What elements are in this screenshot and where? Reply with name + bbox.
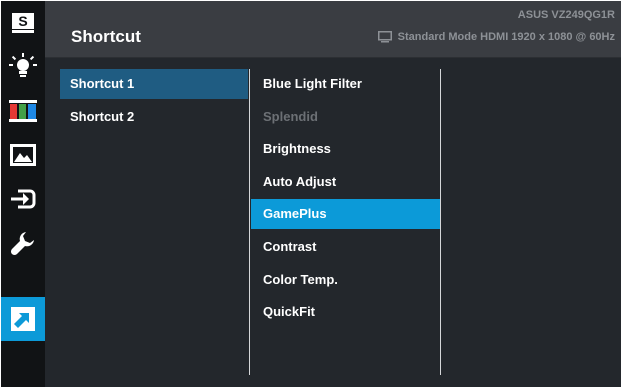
option-quickfit[interactable]: QuickFit (251, 297, 440, 327)
option-gameplus[interactable]: GamePlus (251, 199, 440, 230)
model-name: ASUS VZ249QG1R (517, 9, 615, 21)
option-color-temp[interactable]: Color Temp. (251, 265, 440, 295)
wrench-icon (10, 232, 34, 256)
input-select-icon (11, 189, 36, 209)
page-title: Shortcut (71, 27, 141, 46)
divider-right (440, 69, 441, 375)
option-brightness[interactable]: Brightness (251, 134, 440, 164)
function-list: Blue Light Filter Splendid Brightness Au… (251, 69, 440, 330)
shortcut-item-2[interactable]: Shortcut 2 (60, 102, 248, 132)
rail-item-shortcut[interactable] (1, 297, 45, 341)
shortcut-list: Shortcut 1 Shortcut 2 (60, 69, 248, 135)
rail-item-system[interactable] (1, 221, 45, 265)
option-contrast[interactable]: Contrast (251, 232, 440, 262)
rail-item-image[interactable] (1, 133, 45, 177)
color-bars-icon (9, 100, 37, 122)
splendid-s-icon: S (12, 13, 34, 33)
blue-light-icon (9, 53, 37, 77)
option-splendid: Splendid (263, 108, 318, 124)
rail-item-splendid[interactable]: S (1, 1, 45, 45)
monitor-icon (377, 31, 392, 43)
option-blue-light-filter[interactable]: Blue Light Filter (251, 69, 440, 99)
icon-rail: S (1, 1, 45, 387)
shortcut-item-1[interactable]: Shortcut 1 (60, 69, 248, 99)
svg-text:S: S (18, 13, 27, 29)
divider-left (249, 69, 250, 375)
rail-item-input[interactable] (1, 177, 45, 221)
image-icon (10, 144, 36, 166)
rail-item-color[interactable] (1, 89, 45, 133)
header-bar: Shortcut ASUS VZ249QG1R Standard Mode HD… (45, 1, 621, 58)
shortcut-arrow-icon (11, 307, 35, 331)
rail-item-blue-light[interactable] (1, 45, 45, 89)
status-line: Standard Mode HDMI 1920 x 1080 @ 60Hz (377, 31, 615, 43)
status-text: Standard Mode HDMI 1920 x 1080 @ 60Hz (397, 31, 615, 43)
option-auto-adjust[interactable]: Auto Adjust (251, 167, 440, 197)
osd-menu: S Shortcut ASUS VZ249QG1R Standard Mode … (1, 1, 621, 387)
